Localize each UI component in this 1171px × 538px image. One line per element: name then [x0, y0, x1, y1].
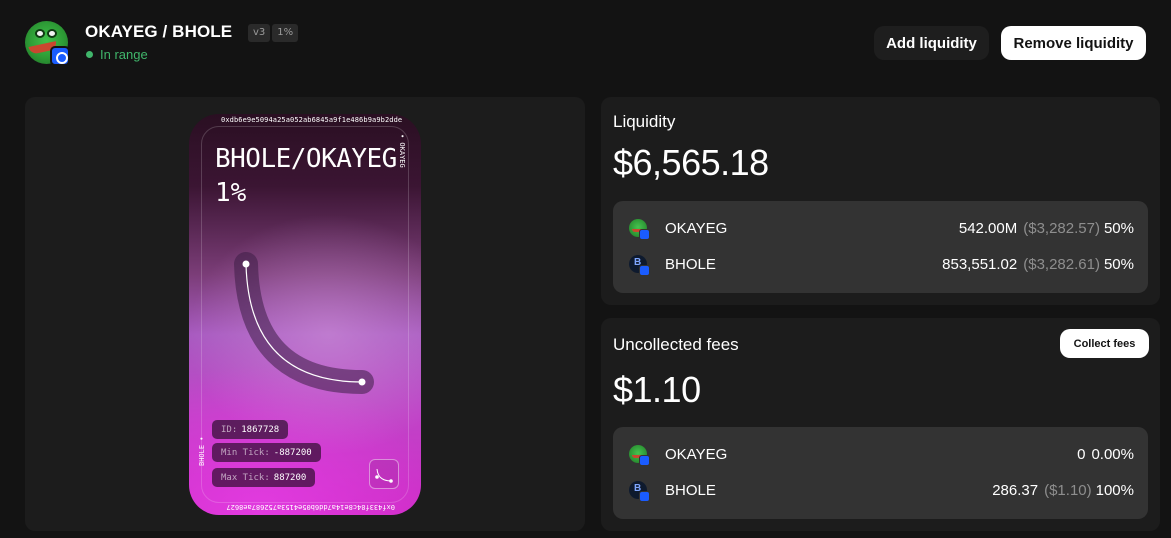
bhole-token-icon	[629, 481, 651, 503]
token-amount: 542.00M ($3,282.57) 50%	[958, 220, 1134, 237]
curve-end-point	[358, 378, 366, 386]
token-amount: 0 0.00%	[1077, 446, 1134, 463]
token-symbol: BHOLE	[665, 256, 716, 273]
fees-title: Uncollected fees	[613, 335, 739, 354]
position-nft-panel: 0xdb6e9e5094a25a052ab6845a9f1e486b9a9b2d…	[25, 97, 585, 531]
liquidity-token-row-okayeg: OKAYEG 542.00M ($3,282.57) 50%	[613, 219, 1148, 241]
token-amount: 286.37 ($1.10) 100%	[992, 482, 1134, 499]
range-status-label: In range	[100, 47, 148, 62]
chain-badge-icon	[639, 265, 650, 276]
status-dot-icon	[86, 51, 93, 58]
okayeg-frog-icon	[629, 219, 651, 241]
bhole-token-icon	[629, 255, 651, 277]
liquidity-value: $6,565.18	[613, 142, 769, 183]
nft-id-chip: ID: 1867728	[212, 420, 289, 439]
fees-token-row-okayeg: OKAYEG 0 0.00%	[613, 445, 1148, 467]
token-symbol: BHOLE	[665, 482, 716, 499]
token-symbol: OKAYEG	[665, 446, 728, 463]
liquidity-token-row-bhole: BHOLE 853,551.02($3,282.61)50%	[613, 255, 1148, 277]
curve-start-point	[242, 260, 250, 268]
position-tags: v3 1%	[248, 24, 299, 42]
liquidity-card: Liquidity $6,565.18 OKAYEG 542.00M ($3,28…	[601, 97, 1160, 305]
chain-badge-icon	[639, 455, 650, 466]
remove-liquidity-button[interactable]: Remove liquidity	[1001, 26, 1146, 60]
liquidity-title: Liquidity	[613, 112, 676, 131]
chain-badge-icon	[639, 229, 650, 240]
add-liquidity-button[interactable]: Add liquidity	[874, 26, 989, 60]
pair-logo	[25, 21, 70, 66]
chain-badge-icon	[639, 491, 650, 502]
collect-fees-button[interactable]: Collect fees	[1060, 329, 1149, 358]
fees-value: $1.10	[613, 369, 701, 410]
version-tag: v3	[248, 24, 271, 42]
range-status: In range	[86, 47, 148, 62]
position-nft-image[interactable]: 0xdb6e9e5094a25a052ab6845a9f1e486b9a9b2d…	[189, 114, 421, 515]
nft-mini-curve-icon	[369, 459, 399, 489]
nft-min-tick-chip: Min Tick: -887200	[212, 443, 321, 462]
pair-title: OKAYEG / BHOLE	[85, 22, 233, 41]
nft-max-tick-chip: Max Tick: 887200	[212, 468, 316, 487]
fees-token-list: OKAYEG 00.00% BHOLE 286.37($1.10)100%	[613, 427, 1148, 519]
liquidity-token-list: OKAYEG 542.00M($3,282.57)50% BHOLE 853,5…	[613, 201, 1148, 293]
fee-tier-tag: 1%	[272, 24, 299, 42]
chain-badge-icon	[50, 46, 70, 66]
token-amount: 853,551.02 ($3,282.61) 50%	[942, 256, 1134, 273]
position-header: OKAYEG / BHOLE v3 1% In range Add liquid…	[0, 0, 1171, 88]
token-symbol: OKAYEG	[665, 220, 728, 237]
okayeg-frog-icon	[629, 445, 651, 467]
uncollected-fees-card: Uncollected fees Collect fees $1.10 OKAY…	[601, 318, 1160, 531]
fees-token-row-bhole: BHOLE 286.37($1.10)100%	[613, 481, 1148, 503]
